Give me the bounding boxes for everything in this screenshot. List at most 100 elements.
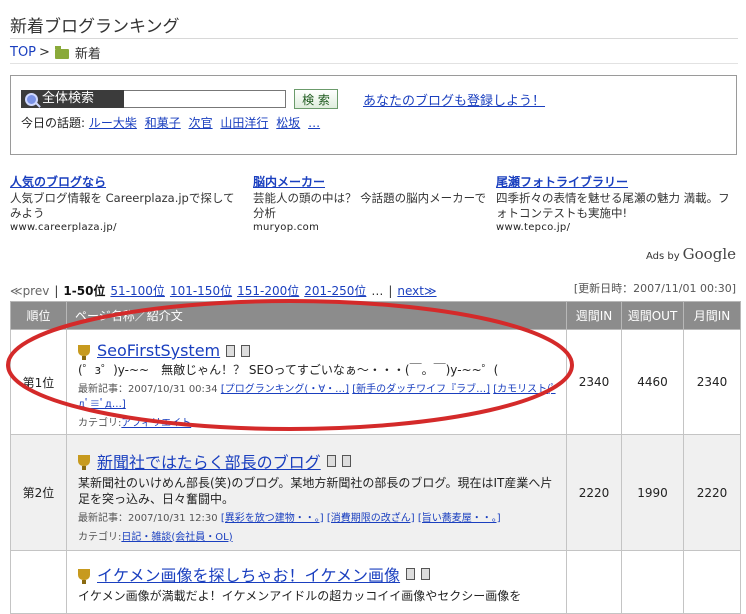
- topic-link[interactable]: ルー大柴: [89, 116, 137, 130]
- entry-cell: 新聞社ではたらく部長のブログ 某新聞社のいけめん部長(笑)のブログ。某地方新聞社…: [66, 434, 567, 551]
- monthly-in-cell: [683, 550, 741, 614]
- mobile-icon: [341, 454, 351, 467]
- blog-title-link[interactable]: SeoFirstSystem: [97, 341, 220, 360]
- mobile-icon: [226, 344, 236, 357]
- breadcrumb-separator: >: [39, 45, 50, 60]
- entry-cell: SeoFirstSystem (゜з゜)y-~~ 無敵じゃん！？ SEOってすご…: [66, 329, 567, 435]
- ad-title[interactable]: 人気のブログなら: [10, 173, 245, 190]
- pager-separator: |: [54, 283, 59, 298]
- col-header-page: ページ名称／紹介文: [66, 301, 567, 330]
- google-logo: Google: [682, 245, 736, 263]
- rank-cell: 第2位: [10, 434, 67, 551]
- category-label: カテゴリ:: [78, 418, 122, 429]
- current-page: 1-50位: [63, 284, 106, 298]
- register-blog-link[interactable]: あなたのブログも登録しよう！: [363, 90, 545, 109]
- breadcrumb-current: 新着: [74, 47, 101, 62]
- topics-label: 今日の話題:: [21, 116, 86, 130]
- ad-item[interactable]: 脳内メーカー 芸能人の頭の中は？ 今話題の脳内メーカーで分析 muryop.co…: [253, 173, 488, 233]
- search-icon: [25, 92, 38, 106]
- breadcrumb-top-link[interactable]: TOP: [10, 45, 36, 60]
- topic-link[interactable]: 次官: [189, 116, 213, 130]
- article-link[interactable]: [異彩を放つ建物・・。]: [221, 513, 324, 524]
- weekly-in-cell: [566, 550, 622, 614]
- col-header-rank: 順位: [10, 301, 67, 330]
- col-header-monthly-in: 月間IN: [683, 301, 741, 330]
- pager-separator: |: [388, 283, 393, 298]
- folder-icon: [54, 45, 69, 59]
- topic-link[interactable]: 山田洋行: [220, 116, 268, 130]
- updated-timestamp: [更新日時：2007/11/01 00:30]: [573, 282, 736, 295]
- search-label: 全体検索: [21, 90, 124, 108]
- trophy-icon: [78, 345, 90, 360]
- blog-title-link[interactable]: イケメン画像を探しちゃお！イケメン画像: [97, 562, 400, 586]
- ad-item[interactable]: 尾瀬フォトライブラリー 四季折々の表情を魅せる尾瀬の魅力 満載。フォトコンテスト…: [496, 173, 731, 233]
- category: カテゴリ:アフィリエイト: [78, 414, 559, 429]
- ad-description: 芸能人の頭の中は？ 今話題の脳内メーカーで分析: [253, 191, 486, 220]
- table-header-row: 順位 ページ名称／紹介文 週間IN 週間OUT 月間IN: [10, 301, 741, 330]
- page-link[interactable]: 201-250位: [304, 282, 366, 299]
- latest-label: 最新記事：2007/10/31 00:34: [78, 384, 218, 395]
- ads-by-label: Ads by: [646, 251, 680, 262]
- page-link[interactable]: 101-150位: [170, 282, 232, 299]
- article-link[interactable]: [消費期限の改ざん]: [327, 513, 415, 524]
- weekly-out-cell: 4460: [621, 329, 684, 435]
- ad-title[interactable]: 尾瀬フォトライブラリー: [496, 173, 731, 190]
- ad-url: www.tepco.jp/: [496, 222, 571, 233]
- category-label: カテゴリ:: [78, 531, 122, 543]
- rank-cell: [10, 550, 67, 614]
- topic-link[interactable]: 松坂: [276, 116, 300, 130]
- ad-title[interactable]: 脳内メーカー: [253, 173, 488, 190]
- weekly-out-cell: 1990: [621, 434, 684, 551]
- blog-description: イケメン画像が満載だよ！イケメンアイドルの超カッコイイ画像やセクシー画像を: [78, 589, 522, 603]
- article-link[interactable]: [新手のダッチワイフ『ラブ…]: [352, 384, 490, 395]
- latest-articles: 最新記事：2007/10/31 12:30 [異彩を放つ建物・・。] [消費期限…: [78, 509, 559, 524]
- weekly-out-cell: [621, 550, 684, 614]
- col-header-weekly-in: 週間IN: [566, 301, 622, 330]
- weekly-in-cell: 2220: [566, 434, 622, 551]
- search-input[interactable]: [124, 90, 286, 108]
- todays-topics: 今日の話題: ルー大柴 和菓子 次官 山田洋行 松坂 …: [21, 114, 324, 131]
- mobile-icon: [421, 568, 431, 580]
- weekly-in-cell: 2340: [566, 329, 622, 435]
- monthly-in-cell: 2340: [683, 329, 741, 435]
- latest-label: 最新記事：2007/10/31 12:30: [78, 512, 218, 524]
- category-link[interactable]: アフィリエイト: [121, 418, 191, 429]
- ad-description: 人気ブログ情報を Careerplaza.jpで探してみよう: [10, 191, 235, 220]
- monthly-in-cell: 2220: [683, 434, 741, 551]
- pagination: ≪prev | 1-50位 51-100位 101-150位 151-200位 …: [10, 282, 437, 299]
- topic-link[interactable]: 和菓子: [145, 116, 181, 130]
- page-link[interactable]: 151-200位: [237, 282, 299, 299]
- prev-link[interactable]: ≪prev: [10, 284, 49, 298]
- category-link[interactable]: 日記・雑談(会社員・OL): [121, 532, 232, 543]
- page-title: 新着ブログランキング: [10, 17, 180, 37]
- trophy-icon: [78, 455, 90, 470]
- table-row: イケメン画像を探しちゃお！イケメン画像 イケメン画像が満載だよ！イケメンアイドル…: [10, 550, 741, 614]
- ad-item[interactable]: 人気のブログなら 人気ブログ情報を Careerplaza.jpで探してみよう …: [10, 173, 245, 233]
- blog-title-link[interactable]: 新聞社ではたらく部長のブログ: [97, 449, 321, 473]
- article-link[interactable]: [旨い蕎麦屋・・。]: [418, 513, 501, 524]
- table-row: 第2位 新聞社ではたらく部長のブログ 某新聞社のいけめん部長(笑)のブログ。某地…: [10, 434, 741, 551]
- ads-by-google[interactable]: Ads by Google: [646, 245, 736, 263]
- mobile-icon: [241, 344, 251, 357]
- search-button[interactable]: 検 索: [294, 89, 338, 109]
- mobile-icon: [406, 568, 416, 580]
- trophy-icon: [78, 568, 90, 584]
- breadcrumb: TOP > 新着: [10, 43, 101, 62]
- article-link[interactable]: [プログランキング(・∀・…]: [221, 384, 349, 395]
- latest-articles: 最新記事：2007/10/31 00:34 [プログランキング(・∀・…] [新…: [78, 380, 559, 410]
- search-panel: 全体検索 検 索 あなたのブログも登録しよう！ 今日の話題: ルー大柴 和菓子 …: [10, 75, 737, 155]
- topic-more[interactable]: …: [308, 116, 320, 130]
- blog-description: (゜з゜)y-~~ 無敵じゃん！？ SEOってすごいなぁ～・・・(￣。￣)y-~…: [78, 363, 499, 377]
- col-header-weekly-out: 週間OUT: [621, 301, 684, 330]
- mobile-icon: [326, 454, 336, 467]
- table-row: 第1位 SeoFirstSystem (゜з゜)y-~~ 無敵じゃん！？ SEO…: [10, 329, 741, 435]
- category: カテゴリ:日記・雑談(会社員・OL): [78, 528, 559, 543]
- page-link[interactable]: 51-100位: [110, 282, 165, 299]
- divider: [10, 63, 738, 64]
- search-label-text: 全体検索: [42, 91, 95, 106]
- next-link[interactable]: next≫: [397, 284, 436, 298]
- entry-cell: イケメン画像を探しちゃお！イケメン画像 イケメン画像が満載だよ！イケメンアイドル…: [66, 550, 567, 614]
- ranking-table: 順位 ページ名称／紹介文 週間IN 週間OUT 月間IN 第1位 SeoFirs…: [10, 301, 741, 614]
- ad-url: www.careerplaza.jp/: [10, 222, 117, 233]
- ad-url: muryop.com: [253, 222, 320, 233]
